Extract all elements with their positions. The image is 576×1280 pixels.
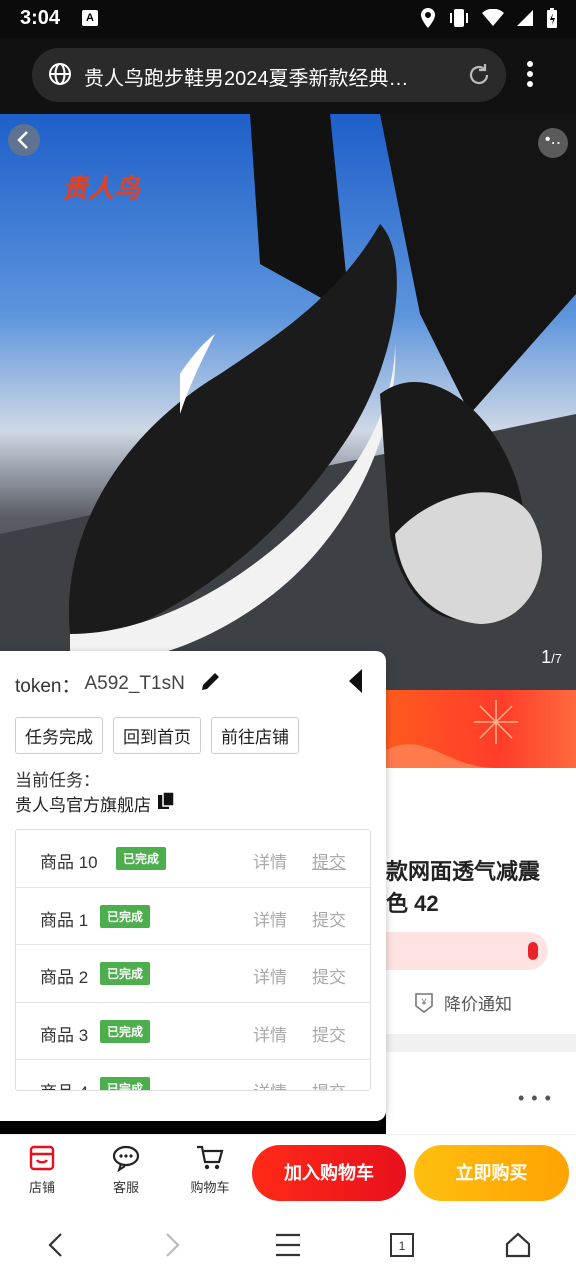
task-detail-link[interactable]: 详情: [253, 963, 287, 988]
back-button[interactable]: [8, 124, 40, 156]
current-store: 贵人鸟官方旗舰店: [15, 791, 175, 816]
panel-actions: 任务完成 回到首页 前往店铺: [15, 717, 299, 754]
cart-label: 购物车: [190, 1180, 230, 1195]
task-submit-link[interactable]: 提交: [312, 1021, 346, 1046]
status-bar: 3:04 A: [0, 0, 576, 38]
nav-forward-icon[interactable]: [160, 1230, 184, 1265]
token-value: A592_T1sN: [84, 673, 185, 694]
price-drop-notify-button[interactable]: ¥ 降价通知: [412, 990, 512, 1015]
cart-tab[interactable]: 购物车: [180, 1143, 240, 1196]
task-name: 商品 3: [40, 1025, 89, 1045]
task-detail-link[interactable]: 详情: [253, 1021, 287, 1046]
status-badge: 已完成: [100, 962, 151, 985]
task-row: 商品 2 已完成 详情 提交: [16, 945, 370, 1003]
nav-back-icon[interactable]: [44, 1230, 68, 1265]
more-vert-icon[interactable]: [526, 60, 534, 93]
back-home-button[interactable]: 回到首页: [113, 717, 201, 754]
task-row: 商品 1 已完成 详情 提交: [16, 888, 370, 945]
store-tab[interactable]: 店铺: [12, 1143, 72, 1196]
task-complete-button[interactable]: 任务完成: [15, 717, 103, 754]
task-submit-link[interactable]: 提交: [312, 963, 346, 988]
nav-home-icon[interactable]: [504, 1230, 532, 1265]
location-icon: [420, 7, 436, 34]
globe-icon: [48, 62, 72, 91]
price-dot: [528, 942, 538, 960]
browser-toolbar: 贵人鸟跑步鞋男2024夏季新款经典…: [0, 38, 576, 114]
task-name: 商品 4: [40, 1078, 88, 1090]
add-to-cart-button[interactable]: 加入购物车: [252, 1145, 406, 1201]
task-detail-link[interactable]: 详情: [253, 1078, 287, 1090]
battery-icon: [546, 7, 558, 34]
task-detail-link[interactable]: 详情: [253, 848, 287, 873]
price-drop-notify-label: 降价通知: [444, 995, 512, 1014]
collapse-panel-icon[interactable]: [346, 667, 366, 700]
nav-menu-icon[interactable]: [274, 1230, 302, 1265]
task-row: 商品 4 已完成 详情 提交: [16, 1060, 370, 1090]
service-label: 客服: [112, 1180, 139, 1195]
task-submit-link[interactable]: 提交: [312, 848, 346, 873]
service-tab[interactable]: 客服: [96, 1143, 156, 1196]
buy-now-button[interactable]: 立即购买: [414, 1145, 569, 1201]
address-bar[interactable]: 贵人鸟跑步鞋男2024夏季新款经典…: [32, 48, 506, 102]
status-badge: 已完成: [100, 1019, 151, 1043]
current-task-label: 当前任务：: [15, 771, 100, 790]
bottom-action-bar: 店铺 客服 购物车 加入购物车 立即购买: [0, 1134, 576, 1212]
signal-icon: [516, 9, 534, 32]
image-counter: 1/7: [541, 647, 562, 668]
task-list[interactable]: 商品 10 已完成 详情 提交 商品 1 已完成 详情 提交 商品 2 已完成 …: [15, 829, 371, 1091]
store-label: 店铺: [28, 1180, 55, 1195]
edit-icon[interactable]: [199, 669, 223, 699]
task-detail-link[interactable]: 详情: [253, 906, 287, 931]
dots-icon: •‥: [544, 131, 562, 148]
wifi-icon: [482, 8, 504, 32]
promo-banner: [386, 690, 576, 768]
task-name: 商品 1: [40, 910, 89, 930]
secondary-card: • • •: [386, 1052, 576, 1134]
status-badge: 已完成: [116, 847, 167, 870]
store-name: 贵人鸟官方旗舰店: [15, 796, 151, 815]
image-counter-total: /7: [551, 651, 562, 666]
task-row: 商品 10 已完成 详情 提交: [16, 830, 370, 888]
card-more-icon[interactable]: • • •: [518, 1088, 552, 1109]
price-tag-icon: ¥: [415, 992, 433, 1013]
tab-count: 1: [399, 1239, 406, 1253]
product-info: 款网面透气减震 色 42 ¥ 降价通知: [386, 768, 576, 1034]
product-image[interactable]: 贵人鸟 •‥ 1/7: [0, 114, 576, 690]
goto-store-button[interactable]: 前往店铺: [211, 717, 299, 754]
system-nav-bar: 1: [0, 1212, 576, 1280]
page-title: 贵人鸟跑步鞋男2024夏季新款经典…: [84, 68, 409, 90]
nav-tabs-icon[interactable]: 1: [388, 1230, 416, 1265]
more-options-button[interactable]: •‥: [538, 128, 568, 158]
task-name: 商品 10: [40, 853, 98, 872]
status-badge: 已完成: [100, 904, 151, 928]
image-counter-current: 1: [541, 647, 552, 667]
status-icons: [420, 7, 558, 34]
section-divider: [386, 1034, 576, 1052]
status-badge: 已完成: [100, 1077, 151, 1090]
status-time: 3:04: [20, 7, 61, 29]
price-bar: [386, 932, 548, 970]
token-panel: token： A592_T1sN 任务完成 回到首页 前往店铺 当前任务： 贵人…: [0, 651, 386, 1121]
task-submit-link[interactable]: 提交: [312, 906, 346, 931]
task-name: 商品 2: [40, 968, 89, 987]
svg-text:¥: ¥: [420, 997, 427, 1007]
cart-icon: [180, 1143, 240, 1173]
firework-decoration: [386, 700, 518, 768]
copy-icon[interactable]: [157, 791, 175, 816]
product-title-line1: 款网面透气减震: [386, 859, 541, 884]
task-submit-link[interactable]: 提交: [312, 1078, 346, 1090]
token-label: token：: [15, 675, 81, 697]
reload-icon[interactable]: [466, 62, 492, 93]
store-icon: [12, 1143, 72, 1173]
task-row: 商品 3 已完成 详情 提交: [16, 1003, 370, 1060]
token-line: token： A592_T1sN: [15, 669, 223, 699]
chat-icon: [96, 1143, 156, 1173]
brand-logo: 贵人鸟: [62, 173, 141, 203]
product-title: 款网面透气减震 色 42: [386, 856, 561, 920]
vibrate-icon: [448, 8, 470, 33]
chevron-left-icon: [17, 131, 28, 149]
product-title-line2: 色 42: [386, 891, 439, 916]
accessibility-badge-icon: A: [82, 10, 98, 26]
